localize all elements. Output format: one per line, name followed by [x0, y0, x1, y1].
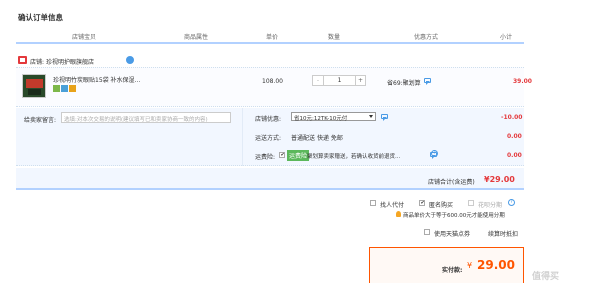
shop-extra-panel: 店铺优惠: 省10元:12TK-10元付 -10.00 运送方式: 普通配送 快… [242, 108, 524, 166]
credit-badge-icon [69, 85, 76, 92]
insurance-checkbox[interactable] [279, 152, 285, 158]
shop-discount-amount: -10.00 [501, 114, 523, 121]
shop-total-row: 店铺合计(含运费) ¥29.00 [16, 168, 524, 190]
quantity-decrease-button[interactable]: - [313, 76, 324, 85]
quantity-increase-button[interactable]: + [355, 76, 365, 85]
quantity-stepper: - 1 + [312, 75, 366, 86]
header-discount: 优惠方式 [414, 34, 439, 41]
tmall-points-label[interactable]: 使用天猫点券 [434, 229, 470, 238]
discount-info: 省69:聚划算 [387, 80, 421, 87]
watermark: 值得买 [532, 272, 560, 282]
discount-info-icon[interactable] [424, 78, 431, 85]
shipping-amount: 0.00 [507, 133, 522, 140]
anonymous-label[interactable]: 匿名购买 [429, 200, 453, 209]
shop-total-label: 店铺合计(含运费) [428, 179, 475, 186]
shop-discount-info-icon[interactable] [381, 114, 388, 121]
message-label: 给卖家留言: [24, 117, 57, 124]
insurance-badge: 运费险 [287, 150, 310, 161]
insurance-text: 聚划算卖家赠送，若确认收货前退货... [307, 154, 401, 160]
tmall-points-row: 使用天猫点券 续算时抵扣 [424, 229, 534, 239]
shop-discount-label: 店铺优惠: [255, 116, 282, 123]
installment-label: 花呗分期 [478, 202, 503, 209]
points-note: 续算时抵扣 [488, 231, 519, 238]
installment-help-icon[interactable]: ? [508, 199, 515, 206]
header-item: 店铺宝贝 [72, 34, 97, 41]
product-thumbnail[interactable] [22, 74, 46, 98]
anonymous-checkbox[interactable] [419, 200, 425, 206]
tmall-points-checkbox[interactable] [424, 229, 430, 235]
insurance-amount: 0.00 [507, 152, 522, 159]
shop-total-amount: ¥29.00 [484, 175, 515, 184]
wangwang-icon[interactable] [126, 56, 134, 64]
header-subtotal: 小计 [500, 34, 513, 41]
shop-discount-select[interactable]: 省10元:12TK-10元付 [291, 112, 376, 122]
shipping-label: 运送方式: [255, 135, 282, 142]
shipping-method: 普通配送 [291, 135, 316, 142]
payment-options: 找人代付 匿名购买 花呗分期 ? [368, 199, 528, 211]
final-currency: ¥ [467, 261, 473, 270]
item-row: 珍视明竹炭眼贴15袋 补水保湿... 108.00 - 1 + 省69:聚划算 … [16, 67, 532, 107]
shop-name[interactable]: 珍视明护眼旗舰店 [46, 57, 94, 66]
order-options-panel: 给卖家留言: 选填:对本次交易的说明(建议填写已和卖家协商一致的内容) 店铺优惠… [16, 108, 524, 166]
shop-icon [18, 56, 27, 64]
return-badge-icon [61, 85, 68, 92]
shop-discount-selected: 省10元:12TK-10元付 [294, 116, 348, 122]
tmall-badge-icon [53, 85, 60, 92]
lightbulb-icon [396, 211, 401, 217]
installment-checkbox[interactable] [468, 200, 474, 206]
final-payment-box: 实付款: ¥ 29.00 [369, 247, 524, 283]
message-placeholder: 选填:对本次交易的说明(建议填写已和卖家协商一致的内容) [64, 117, 208, 123]
shop-label: 店铺: [30, 59, 45, 66]
insurance-label: 运费险: [255, 154, 276, 161]
pay-for-others-checkbox[interactable] [370, 200, 376, 206]
page-title: 确认订单信息 [18, 13, 63, 22]
final-label: 实付款: [442, 267, 463, 274]
chevron-down-icon [369, 115, 373, 118]
shipping-fee-label: 快递 免邮 [317, 135, 343, 142]
item-subtotal: 39.00 [513, 78, 532, 85]
product-title[interactable]: 珍视明竹炭眼贴15袋 补水保湿... [53, 75, 140, 84]
quantity-value[interactable]: 1 [324, 76, 355, 85]
header-attributes: 商品属性 [184, 34, 209, 41]
unit-price: 108.00 [262, 78, 283, 85]
final-amount: 29.00 [477, 258, 515, 272]
order-table-header: 店铺宝贝 商品属性 单价 数量 优惠方式 小计 [16, 28, 524, 44]
insurance-help-icon[interactable]: ? [431, 150, 438, 157]
header-quantity: 数量 [328, 34, 341, 41]
installment-note: 商品单价大于等于600.00元才能使用分期 [403, 213, 505, 219]
pay-for-others-label[interactable]: 找人代付 [380, 200, 404, 209]
message-input[interactable]: 选填:对本次交易的说明(建议填写已和卖家协商一致的内容) [61, 112, 231, 123]
header-price: 单价 [266, 34, 279, 41]
